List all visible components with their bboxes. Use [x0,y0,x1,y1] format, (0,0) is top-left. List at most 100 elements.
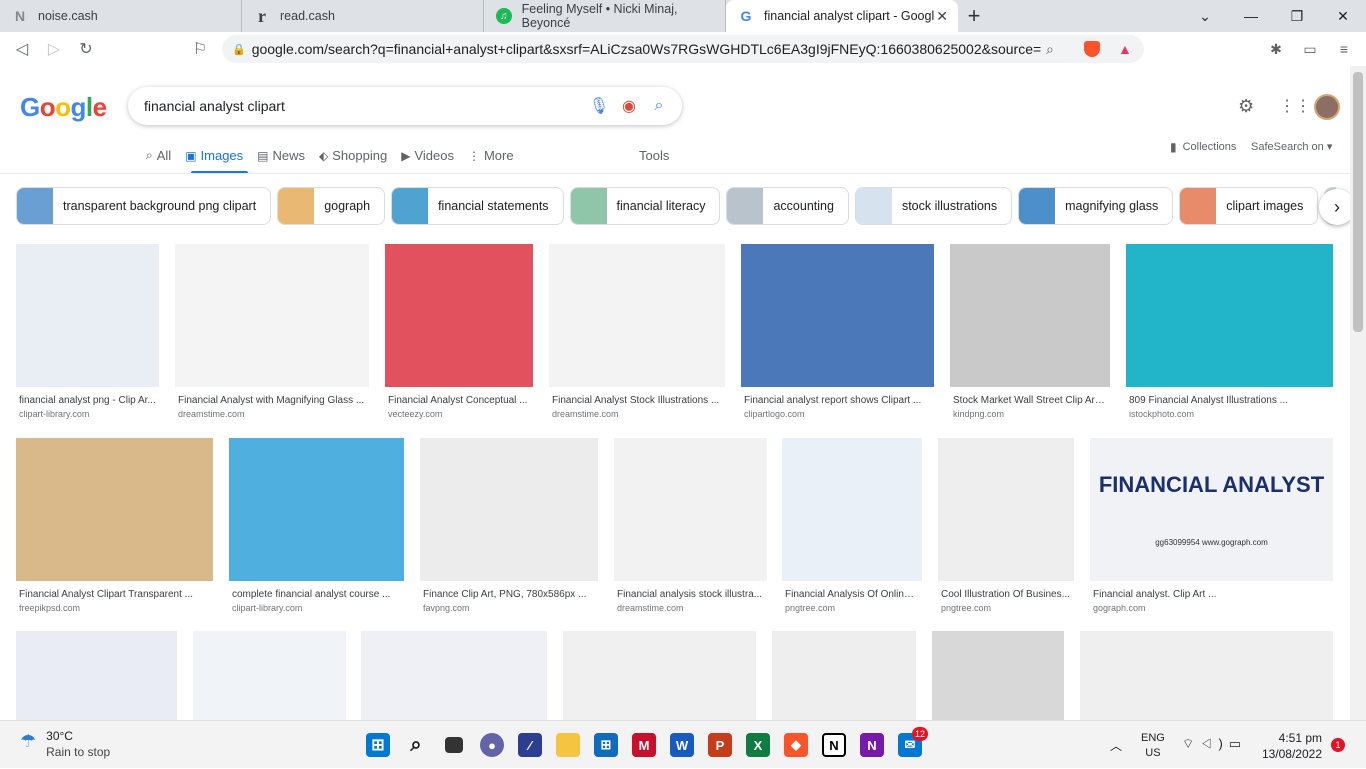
clock[interactable]: 4:51 pm 13/08/2022 [1258,730,1322,762]
zoom-icon[interactable]: ⌕ [1046,41,1054,58]
word-button[interactable]: W [664,727,700,763]
result-thumbnail[interactable] [932,631,1064,720]
result-thumbnail[interactable] [772,631,916,720]
result-title[interactable]: 809 Financial Analyst Illustrations ... [1129,395,1330,406]
tab-google-search[interactable]: G financial analyst clipart - Google S ✕ [726,0,958,32]
related-search-chip[interactable]: accounting [726,187,849,225]
result-title[interactable]: Financial Analyst Conceptual ... [388,395,530,406]
search-input[interactable]: financial analyst clipart [144,98,584,114]
related-search-chip[interactable]: magnifying glass [1018,187,1174,225]
tab-noise-cash[interactable]: N noise.cash [0,0,242,32]
related-search-chip[interactable]: clipart images [1179,187,1319,225]
result-thumbnail[interactable] [193,631,346,720]
result-title[interactable]: financial analyst png - Clip Ar... [19,395,156,406]
result-title[interactable]: Financial Analysis Of Online ... [785,589,919,600]
related-search-chip[interactable]: gograph [277,187,386,225]
menu-icon[interactable]: ≡ [1332,37,1356,61]
tray-status-icons[interactable]: ⌔◁)▭ [1182,736,1247,752]
result-thumbnail[interactable] [1080,631,1333,720]
new-tab-button[interactable]: + [958,0,990,32]
maximize-button[interactable]: ❐ [1274,0,1320,32]
result-thumbnail[interactable] [950,244,1110,387]
related-search-chip[interactable]: transparent background png clipart [16,187,272,225]
result-thumbnail[interactable] [361,631,547,720]
google-logo[interactable]: Google [20,92,107,123]
result-thumbnail[interactable] [16,631,177,720]
mic-icon[interactable]: 🎙 [584,91,614,121]
mail-button[interactable]: ✉ 12 [892,727,928,763]
result-thumbnail[interactable] [563,631,756,720]
result-title[interactable]: Financial Analyst with Magnifying Glass … [178,395,366,406]
weather-widget[interactable]: ☂ 30°C Rain to stop [20,729,110,759]
close-window-button[interactable]: ✕ [1320,0,1366,32]
tab-news[interactable]: ▤ News [257,148,305,163]
tab-search-icon[interactable]: ⌄ [1182,0,1228,32]
forward-button[interactable]: ▷ [38,33,70,65]
search-button[interactable]: ⌕ [398,727,434,763]
onenote-button[interactable]: N [854,727,890,763]
back-button[interactable]: ◁ [6,33,38,65]
language-indicator[interactable]: ENG US [1141,731,1165,761]
file-explorer-button[interactable] [550,727,586,763]
chat-button[interactable]: ● [474,727,510,763]
result-thumbnail[interactable] [420,438,598,581]
result-title[interactable]: Finance Clip Art, PNG, 780x586px ... [423,589,595,600]
result-thumbnail[interactable] [938,438,1074,581]
result-title[interactable]: complete financial analyst course ... [232,589,401,600]
tab-more[interactable]: ⋮ More [468,148,514,163]
scrollbar[interactable] [1350,66,1366,720]
scrollbar-thumb[interactable] [1353,72,1363,332]
pen-app-button[interactable]: ∕ [512,727,548,763]
minimize-button[interactable]: — [1228,0,1274,32]
avatar[interactable] [1314,94,1340,120]
result-thumbnail[interactable]: FINANCIAL ANALYST gg63099954 www.gograph.… [1090,438,1333,581]
start-button[interactable]: ⊞ [360,727,396,763]
chevron-right-icon[interactable]: › [1319,189,1350,225]
brave-rewards-icon[interactable]: ▲ [1118,41,1132,57]
brave-shield-icon[interactable] [1084,41,1100,57]
reload-button[interactable]: ↻ [70,33,102,65]
result-thumbnail[interactable] [741,244,934,387]
result-thumbnail[interactable] [175,244,369,387]
notion-button[interactable]: N [816,727,852,763]
result-title[interactable]: Financial Analyst Clipart Transparent ..… [19,589,210,600]
excel-button[interactable]: X [740,727,776,763]
result-title[interactable]: Financial analyst report shows Clipart .… [744,395,931,406]
result-title[interactable]: Financial analysis stock illustra... [617,589,764,600]
camera-search-icon[interactable]: ◉ [614,91,644,121]
result-thumbnail[interactable] [16,244,159,387]
related-search-chip[interactable]: financial statements [391,187,564,225]
tools-button[interactable]: Tools [639,148,669,163]
store-button[interactable]: ⊞ [588,727,624,763]
tab-videos[interactable]: ▶ Videos [401,148,454,163]
tab-all[interactable]: ⌕ All [146,148,171,163]
result-thumbnail[interactable] [549,244,725,387]
tab-shopping[interactable]: ⬖ Shopping [319,148,387,163]
settings-gear-icon[interactable]: ⚙ [1238,96,1254,117]
search-icon[interactable]: ⌕ [644,91,674,121]
notification-badge[interactable]: 1 [1331,738,1345,752]
brave-button[interactable]: ◆ [778,727,814,763]
result-title[interactable]: Stock Market Wall Street Clip Art,... [953,395,1107,406]
related-search-chip[interactable]: stock illustrations [854,187,1013,225]
task-view-button[interactable] [436,727,472,763]
search-box[interactable]: financial analyst clipart 🎙 ◉ ⌕ [128,87,682,125]
powerpoint-button[interactable]: P [702,727,738,763]
result-thumbnail[interactable] [1126,244,1333,387]
tab-spotify[interactable]: ♫ Feeling Myself • Nicki Minaj, Beyoncé [484,0,726,32]
result-thumbnail[interactable] [16,438,213,581]
tab-images[interactable]: ▣ Images [185,148,243,163]
result-title[interactable]: Financial Analyst Stock Illustrations ..… [552,395,722,406]
chevron-up-icon[interactable]: ︿ [1110,737,1122,754]
wallet-icon[interactable]: ▭ [1298,37,1322,61]
result-thumbnail[interactable] [614,438,767,581]
result-thumbnail[interactable] [229,438,404,581]
result-title[interactable]: Cool Illustration Of Busines... [941,589,1071,600]
result-title[interactable]: Financial analyst. Clip Art ... [1093,589,1330,600]
bookmark-icon[interactable]: ⚐ [184,33,216,65]
safesearch-toggle[interactable]: SafeSearch on ▾ [1251,140,1332,153]
address-bar[interactable]: 🔒 google.com/search?q=financial+analyst+… [222,35,1144,63]
extensions-icon[interactable]: ✱ [1264,37,1288,61]
result-thumbnail[interactable] [385,244,533,387]
close-tab-icon[interactable]: ✕ [936,8,948,25]
